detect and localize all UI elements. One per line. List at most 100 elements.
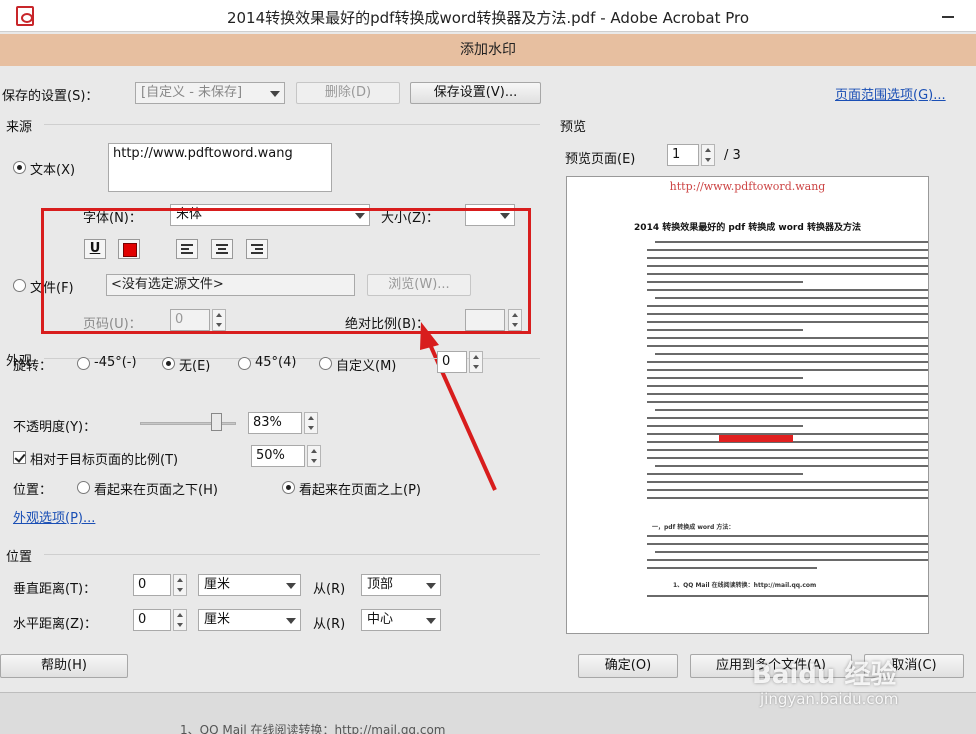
preview-text-line <box>655 551 928 553</box>
rotation-custom-label: 自定义(M) <box>336 359 397 374</box>
vertical-distance-input[interactable]: 0 <box>133 574 171 596</box>
preview-text-line <box>647 543 928 545</box>
preview-section-label: 预览 <box>560 120 587 135</box>
baidu-watermark-logo: Baidu 经验 <box>752 660 897 690</box>
relative-scale-stepper[interactable] <box>307 445 321 467</box>
rotation-neg45-radio[interactable] <box>77 357 90 370</box>
preview-text-line <box>647 425 803 427</box>
position-above-radio[interactable] <box>282 481 295 494</box>
preview-text-line <box>647 595 928 597</box>
position-section-label: 位置 <box>6 550 33 565</box>
opacity-label: 不透明度(Y)： <box>13 420 97 435</box>
vertical-unit-value: 厘米 <box>204 577 231 592</box>
chevron-down-icon <box>426 583 436 589</box>
horizontal-from-select[interactable]: 中心 <box>361 609 441 631</box>
rotation-custom-stepper[interactable] <box>469 351 483 373</box>
preview-text-line <box>655 297 928 299</box>
horizontal-unit-select[interactable]: 厘米 <box>198 609 301 631</box>
preview-text-line <box>647 329 803 331</box>
horizontal-from-value: 中心 <box>367 612 394 627</box>
position-divider <box>44 554 540 555</box>
preview-text-line <box>647 369 928 371</box>
ok-button[interactable]: 确定(O) <box>578 654 678 678</box>
preview-text-line <box>647 449 928 451</box>
preview-text-line <box>647 281 803 283</box>
preview-text-line <box>655 409 928 411</box>
rotation-none-radio[interactable] <box>162 357 175 370</box>
preview-text-line <box>647 473 803 475</box>
relative-scale-input[interactable]: 50% <box>251 445 305 467</box>
opacity-slider-track[interactable] <box>140 422 236 425</box>
rotation-label: 旋转： <box>13 359 53 374</box>
layer-position-label: 位置： <box>13 483 53 498</box>
rotation-neg45-label: -45°(-) <box>94 355 137 370</box>
preview-text-line <box>655 353 928 355</box>
baidu-watermark-url: jingyan.baidu.com <box>760 690 899 708</box>
rotation-custom-radio[interactable] <box>319 357 332 370</box>
rotation-custom-input[interactable]: 0 <box>437 351 467 373</box>
rotation-45-radio[interactable] <box>238 357 251 370</box>
position-below-radio[interactable] <box>77 481 90 494</box>
relative-scale-checkbox[interactable] <box>13 451 26 464</box>
preview-text-line <box>647 393 928 395</box>
chevron-down-icon <box>286 618 296 624</box>
preview-text-line <box>647 489 928 491</box>
opacity-stepper[interactable] <box>304 412 318 434</box>
preview-page-input[interactable]: 1 <box>667 144 699 166</box>
preview-text-line <box>647 313 928 315</box>
vertical-distance-stepper[interactable] <box>173 574 187 596</box>
preview-text-line <box>647 559 928 561</box>
preview-text-line <box>647 257 928 259</box>
preview-text-line <box>647 289 928 291</box>
horizontal-distance-label: 水平距离(Z)： <box>13 617 98 632</box>
preview-text-line <box>647 345 928 347</box>
horizontal-unit-value: 厘米 <box>204 612 231 627</box>
position-below-label: 看起来在页面之下(H) <box>94 483 218 498</box>
preview-doc-title: 2014 转换效果最好的 pdf 转换成 word 转换器及方法 <box>634 223 861 233</box>
preview-text-line <box>647 401 928 403</box>
background-peek-text: 1、QQ Mail 在线阅读转换：http://mail.qq.com <box>180 723 446 734</box>
preview-highlight <box>719 435 793 442</box>
preview-pane: http://www.pdftoword.wang 2014 转换效果最好的 p… <box>566 176 929 634</box>
rotation-45-label: 45°(4) <box>255 355 297 370</box>
preview-text-line <box>647 481 928 483</box>
preview-page-total: / 3 <box>724 148 741 163</box>
preview-page-label: 预览页面(E) <box>565 152 636 167</box>
opacity-input[interactable]: 83% <box>248 412 302 434</box>
preview-text-line <box>647 377 803 379</box>
chevron-down-icon <box>286 583 296 589</box>
vertical-from-select[interactable]: 顶部 <box>361 574 441 596</box>
horizontal-distance-stepper[interactable] <box>173 609 187 631</box>
preview-text-line <box>655 465 928 467</box>
vertical-from-value: 顶部 <box>367 577 394 592</box>
vertical-unit-select[interactable]: 厘米 <box>198 574 301 596</box>
vertical-from-label: 从(R) <box>313 582 346 597</box>
opacity-slider-thumb[interactable] <box>210 413 222 431</box>
preview-text-line <box>647 567 817 569</box>
preview-text-line <box>647 337 928 339</box>
preview-text-line <box>647 321 928 323</box>
preview-text-line <box>647 497 928 499</box>
vertical-distance-label: 垂直距离(T)： <box>13 582 97 597</box>
preview-watermark-text: http://www.pdftoword.wang <box>669 180 826 193</box>
preview-text-line <box>647 535 928 537</box>
help-button[interactable]: 帮助(H) <box>0 654 128 678</box>
preview-text-line <box>647 249 928 251</box>
preview-page-stepper[interactable] <box>701 144 715 166</box>
rotation-none-label: 无(E) <box>179 359 211 374</box>
preview-section-heading: 一，pdf 转换成 word 方法： <box>652 524 735 531</box>
horizontal-from-label: 从(R) <box>313 617 346 632</box>
preview-text-line <box>647 385 928 387</box>
preview-mail-line: 1、QQ Mail 在线阅读转换：http://mail.qq.com <box>673 582 817 589</box>
relative-scale-label: 相对于目标页面的比例(T) <box>30 453 179 468</box>
preview-text-line <box>655 241 928 243</box>
chevron-down-icon <box>426 618 436 624</box>
horizontal-distance-input[interactable]: 0 <box>133 609 171 631</box>
preview-text-line <box>647 305 928 307</box>
preview-text-line <box>647 361 928 363</box>
appearance-options-link[interactable]: 外观选项(P)... <box>13 507 95 526</box>
preview-text-line <box>647 265 928 267</box>
position-above-label: 看起来在页面之上(P) <box>299 483 421 498</box>
preview-text-line <box>647 273 928 275</box>
preview-text-line <box>647 417 928 419</box>
